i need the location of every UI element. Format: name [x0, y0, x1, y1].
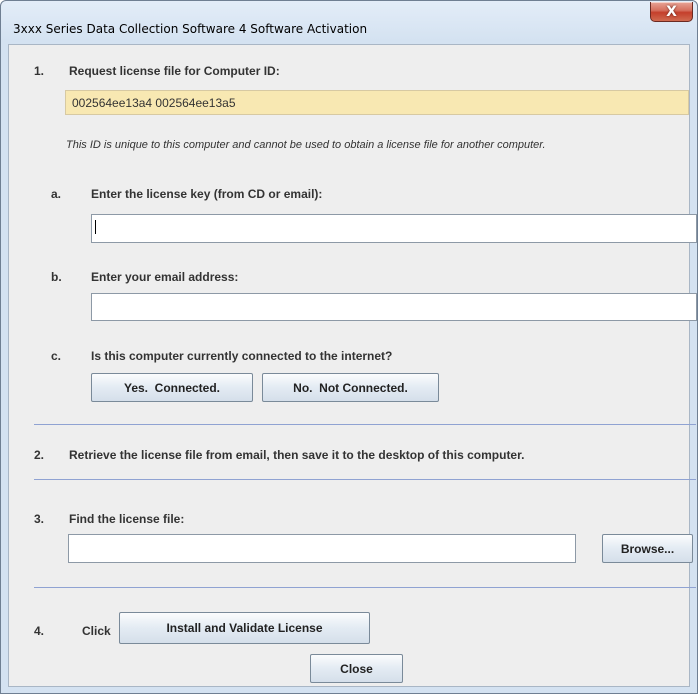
email-input[interactable] [91, 293, 697, 321]
install-validate-license-label: Install and Validate License [166, 621, 323, 635]
license-file-label: Find the license file: [69, 512, 185, 526]
click-label: Click [82, 624, 111, 638]
close-button[interactable]: Close [310, 654, 403, 683]
activation-dialog: 3xxx Series Data Collection Software 4 S… [0, 0, 698, 694]
step2-text: Retrieve the license file from email, th… [69, 448, 525, 462]
yes-connected-button[interactable]: Yes. Connected. [91, 373, 253, 402]
computer-id-field: 002564ee13a4 002564ee13a5 [65, 90, 689, 115]
separator-3 [34, 587, 696, 588]
browse-button[interactable]: Browse... [602, 534, 693, 563]
dialog-content: 1. Request license file for Computer ID:… [8, 44, 697, 687]
text-caret [95, 220, 96, 234]
separator-1 [34, 424, 696, 425]
step3-number: 3. [34, 512, 45, 526]
no-not-connected-button[interactable]: No. Not Connected. [262, 373, 439, 402]
step1a-letter: a. [51, 187, 62, 201]
separator-2 [34, 479, 696, 480]
computer-id-note: This ID is unique to this computer and c… [66, 139, 546, 151]
step1-number: 1. [34, 64, 45, 78]
step1b-letter: b. [51, 270, 62, 284]
yes-connected-label: Yes. Connected. [123, 380, 221, 395]
close-icon: X [666, 3, 677, 20]
internet-question-label: Is this computer currently connected to … [91, 349, 393, 363]
step1-heading: Request license file for Computer ID: [69, 64, 280, 78]
no-not-connected-label: No. Not Connected. [293, 380, 408, 395]
license-file-path-input[interactable] [68, 534, 576, 563]
step1c-letter: c. [51, 349, 62, 363]
computer-id-value: 002564ee13a4 002564ee13a5 [72, 96, 236, 110]
license-key-label: Enter the license key (from CD or email)… [91, 187, 323, 201]
step2-number: 2. [34, 448, 45, 462]
window-title: 3xxx Series Data Collection Software 4 S… [13, 22, 368, 36]
install-validate-license-button[interactable]: Install and Validate License [119, 612, 370, 644]
email-label: Enter your email address: [91, 270, 239, 284]
license-key-input[interactable] [91, 214, 697, 243]
close-button-label: Close [340, 661, 373, 676]
step4-number: 4. [34, 624, 45, 638]
browse-label: Browse... [620, 541, 675, 556]
window-close-button[interactable]: X [650, 2, 693, 22]
title-bar[interactable]: 3xxx Series Data Collection Software 4 S… [1, 1, 697, 45]
